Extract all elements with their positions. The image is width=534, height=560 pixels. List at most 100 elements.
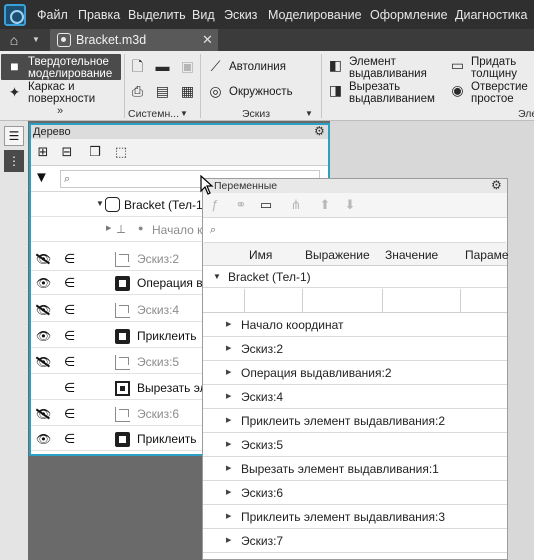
function-icon[interactable]: ƒ (206, 196, 224, 214)
tool-hole-2[interactable]: простое (471, 93, 514, 105)
parameter-cell[interactable] (383, 289, 461, 312)
tool-circle[interactable]: Окружность (229, 86, 293, 98)
column-name[interactable]: Имя (249, 243, 272, 266)
filter-icon[interactable]: ▼ (34, 168, 49, 188)
expand-arrow-icon[interactable]: ▶ (226, 313, 231, 337)
history-tree-icon[interactable]: ⊟ (58, 143, 76, 161)
mode-surfaces-label-1[interactable]: Каркас и (28, 81, 75, 93)
menu-drafting[interactable]: Оформление (370, 0, 448, 29)
name-cell[interactable] (203, 289, 245, 312)
variables-row-label: Приклеить элемент выдавливания:2 (241, 414, 445, 428)
group-label-elements[interactable]: Эле (518, 108, 534, 120)
column-parameter[interactable]: Параме (465, 243, 509, 266)
value-cell[interactable] (303, 289, 383, 312)
tree-origin-label: Начало к (152, 223, 203, 237)
chevron-down-icon[interactable]: ▼ (180, 109, 188, 118)
circle-icon: ◎ (209, 83, 222, 99)
menu-sketch[interactable]: Эскиз (224, 0, 257, 29)
open-folder-icon[interactable]: ▬ (155, 59, 170, 74)
save-as-icon[interactable]: ▦ (180, 84, 195, 99)
table-icon[interactable]: ▭ (257, 196, 275, 214)
part-document-icon (57, 33, 71, 47)
select-frame-icon[interactable]: ⬚ (112, 143, 130, 161)
tool-hole-1[interactable]: Отверстие (471, 81, 528, 93)
expand-arrow-icon[interactable]: ▶ (226, 433, 231, 457)
tool-thicken-1[interactable]: Придать (471, 56, 516, 68)
column-expression[interactable]: Выражение (305, 243, 370, 266)
expand-arrow-icon[interactable]: ▶ (226, 337, 231, 361)
expand-arrow-icon[interactable]: ▶ (226, 529, 231, 553)
eye-icon[interactable]: 👁 (36, 276, 51, 290)
tool-cut-2[interactable]: выдавливанием (349, 93, 435, 105)
group-divider (124, 54, 125, 118)
autoline-icon: ⟋ (210, 58, 221, 74)
components-icon[interactable]: ❒ (86, 143, 104, 161)
group-label-sketch[interactable]: Эскиз (242, 108, 270, 120)
tree-item-label: Эскиз:6 (137, 407, 180, 421)
variables-row-label: Эскиз:4 (241, 390, 284, 404)
variables-group-label: Bracket (Тел-1) (228, 270, 311, 284)
home-icon[interactable]: ⌂ (2, 31, 26, 49)
new-document-icon[interactable]: 🗋 (130, 59, 145, 74)
menu-modeling[interactable]: Моделирование (268, 0, 362, 29)
group-label-system[interactable]: Системн... (128, 108, 179, 120)
hierarchy-icon[interactable]: ⋔ (287, 196, 305, 214)
tree-item-label: Вырезать эл (137, 381, 207, 395)
tool-autoline[interactable]: Автолиния (229, 61, 286, 73)
menu-edit[interactable]: Правка (78, 0, 120, 29)
expand-chevron-icon[interactable]: » (57, 105, 63, 117)
expand-arrow-icon[interactable]: ▶ (226, 409, 231, 433)
tree-panel-icon[interactable]: ⋮ (4, 150, 24, 172)
preview-icon[interactable]: ▤ (155, 84, 170, 99)
link-icon[interactable]: ⚭ (232, 196, 250, 214)
expand-arrow-icon[interactable]: ▶ (226, 481, 231, 505)
move-up-icon[interactable]: ⬆ (316, 196, 334, 214)
solid-modeling-icon: ■ (10, 58, 19, 74)
hidden-eye-icon[interactable]: 👁 (36, 355, 51, 369)
menu-select[interactable]: Выделить (128, 0, 186, 29)
expand-arrow-icon[interactable]: ▼ (96, 199, 104, 208)
menu-view[interactable]: Вид (192, 0, 215, 29)
expand-arrow-icon[interactable]: ▶ (226, 457, 231, 481)
eye-icon[interactable]: 👁 (36, 432, 51, 446)
chevron-down-icon[interactable]: ▼ (32, 31, 46, 49)
expand-arrow-icon[interactable]: ▶ (106, 224, 111, 232)
hidden-eye-icon[interactable]: 👁 (36, 303, 51, 317)
properties-panel-icon[interactable]: ☰ (4, 126, 24, 146)
expand-arrow-icon[interactable]: ▶ (226, 505, 231, 529)
chevron-down-icon[interactable]: ▼ (305, 109, 313, 118)
mode-surfaces-label-2[interactable]: поверхности (28, 93, 95, 105)
print-icon[interactable]: ⎙ (130, 84, 145, 99)
column-value[interactable]: Значение (385, 243, 438, 266)
app-logo-icon[interactable] (4, 4, 26, 26)
gear-icon[interactable]: ⚙ (314, 124, 325, 138)
close-icon[interactable]: ✕ (202, 29, 213, 51)
variables-row-label: Начало координат (241, 318, 344, 332)
variables-search-input[interactable] (204, 219, 506, 243)
menu-diagnostics[interactable]: Диагностика (455, 0, 527, 29)
group-divider (321, 54, 322, 118)
expand-arrow-icon[interactable]: ▶ (226, 361, 231, 385)
gear-icon[interactable]: ⚙ (491, 178, 502, 192)
tool-cut-1[interactable]: Вырезать (349, 81, 400, 93)
hidden-eye-icon[interactable]: 👁 (36, 252, 51, 266)
mouse-cursor-icon (200, 175, 214, 195)
expand-arrow-icon[interactable]: ▼ (213, 266, 221, 288)
tree-panel-header (31, 125, 328, 139)
eye-icon[interactable]: 👁 (36, 329, 51, 343)
tool-extrude-2[interactable]: выдавливания (349, 68, 427, 80)
extrude-operation-icon (115, 276, 130, 291)
tool-extrude-1[interactable]: Элемент (349, 56, 396, 68)
document-tab-title: Bracket.m3d (76, 33, 147, 47)
menu-file[interactable]: Файл (37, 0, 68, 29)
structure-tree-icon[interactable]: ⊞ (34, 143, 52, 161)
expression-cell[interactable] (245, 289, 303, 312)
save-icon[interactable]: ▣ (180, 59, 195, 74)
hidden-eye-icon[interactable]: 👁 (36, 407, 51, 421)
tree-item-label: Эскиз:4 (137, 303, 180, 317)
expand-arrow-icon[interactable]: ▶ (226, 385, 231, 409)
group-divider (200, 54, 201, 118)
tool-thicken-2[interactable]: толщину (471, 68, 517, 80)
part-icon (105, 197, 120, 212)
move-down-icon[interactable]: ⬇ (341, 196, 359, 214)
